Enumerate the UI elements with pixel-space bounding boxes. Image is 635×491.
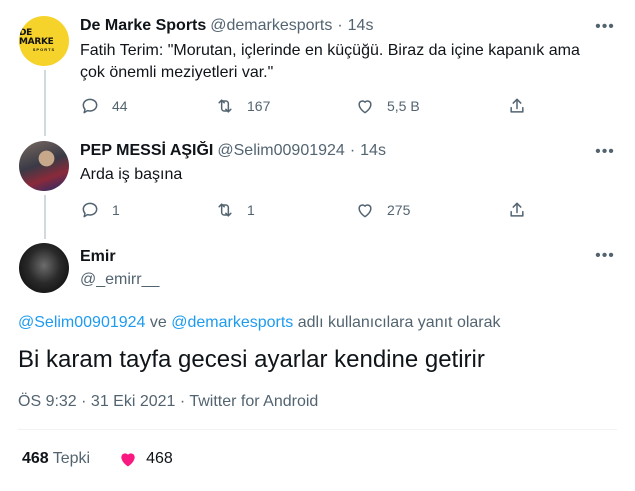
share-icon [510,202,524,217]
avatar[interactable] [19,141,69,191]
tweet-time[interactable]: 14s [348,17,374,35]
user-handle[interactable]: @_emirr__ [80,271,159,289]
mention-link[interactable]: @demarkesports [171,314,293,331]
like-count: 5,5 B [387,98,420,114]
more-icon[interactable]: ••• [595,17,615,37]
reaction-label[interactable]: Tepki [53,450,90,468]
tweet-stats: 468 Tepki 468 [22,449,173,469]
reply-count: 1 [112,202,120,218]
tweet-text: Bi karam tayfa gecesi ayarlar kendine ge… [18,346,485,373]
retweet-icon [218,99,232,113]
reply-suffix: adlı kullanıcılara yanıt olarak [293,314,501,331]
user-handle[interactable]: @Selim00901924 [217,142,344,160]
more-icon[interactable]: ••• [595,142,615,162]
tweet-header: PEP MESSİ AŞIĞI @Selim00901924 · 14s [80,142,386,160]
retweet-icon [218,203,232,217]
divider [18,429,617,430]
reply-button[interactable]: 44 [80,96,215,116]
tweet-actions: 44 167 5,5 B [80,96,527,116]
reply-button[interactable]: 1 [80,200,215,220]
like-count: 275 [387,202,411,218]
display-name[interactable]: De Marke Sports [80,17,206,35]
retweet-button[interactable]: 1 [215,200,355,220]
share-button[interactable] [507,96,527,116]
share-icon [510,98,524,113]
retweet-count: 167 [247,98,271,114]
reply-icon [82,98,98,114]
separator-dot: · [349,142,356,159]
display-name[interactable]: Emir [80,248,116,266]
like-icon [358,100,372,114]
reply-count: 44 [112,98,128,114]
heart-filled-icon [121,453,135,467]
retweet-button[interactable]: 167 [215,96,355,116]
thread-line [44,70,46,136]
tweet-meta[interactable]: ÖS 9:32 · 31 Eki 2021 · Twitter for Andr… [18,393,318,411]
like-icon [358,204,372,218]
user-handle[interactable]: @demarkesports [210,17,332,35]
more-icon[interactable]: ••• [595,246,615,266]
tweet-text: Fatih Terim: "Morutan, içlerinde en küçü… [80,42,580,81]
tweet-time[interactable]: 14s [360,142,386,160]
reply-icon [82,202,98,218]
like-stat-count: 468 [146,450,173,467]
avatar[interactable] [19,243,69,293]
display-name[interactable]: PEP MESSİ AŞIĞI [80,142,213,160]
tweet-header: De Marke Sports @demarkesports · 14s [80,17,373,35]
replying-to: @Selim00901924 ve @demarkesports adlı ku… [18,314,501,332]
tweet-actions: 1 1 275 [80,200,527,220]
tweet-text: Arda iş başına [80,166,183,183]
like-button[interactable]: 275 [355,200,507,220]
avatar-logo-subtext: SPORTS [32,47,56,52]
like-button[interactable]: 5,5 B [355,96,507,116]
thread-line [44,195,46,239]
reply-conjunction: ve [145,314,172,331]
retweet-count: 1 [247,202,255,218]
separator-dot: · [337,17,343,34]
avatar-logo-text: DE MARKE [19,28,54,47]
share-button[interactable] [507,200,527,220]
mention-link[interactable]: @Selim00901924 [18,314,145,331]
reaction-count[interactable]: 468 [22,450,49,468]
avatar[interactable]: DE MARKE SPORTS [19,16,69,66]
like-stat[interactable]: 468 [118,449,173,469]
